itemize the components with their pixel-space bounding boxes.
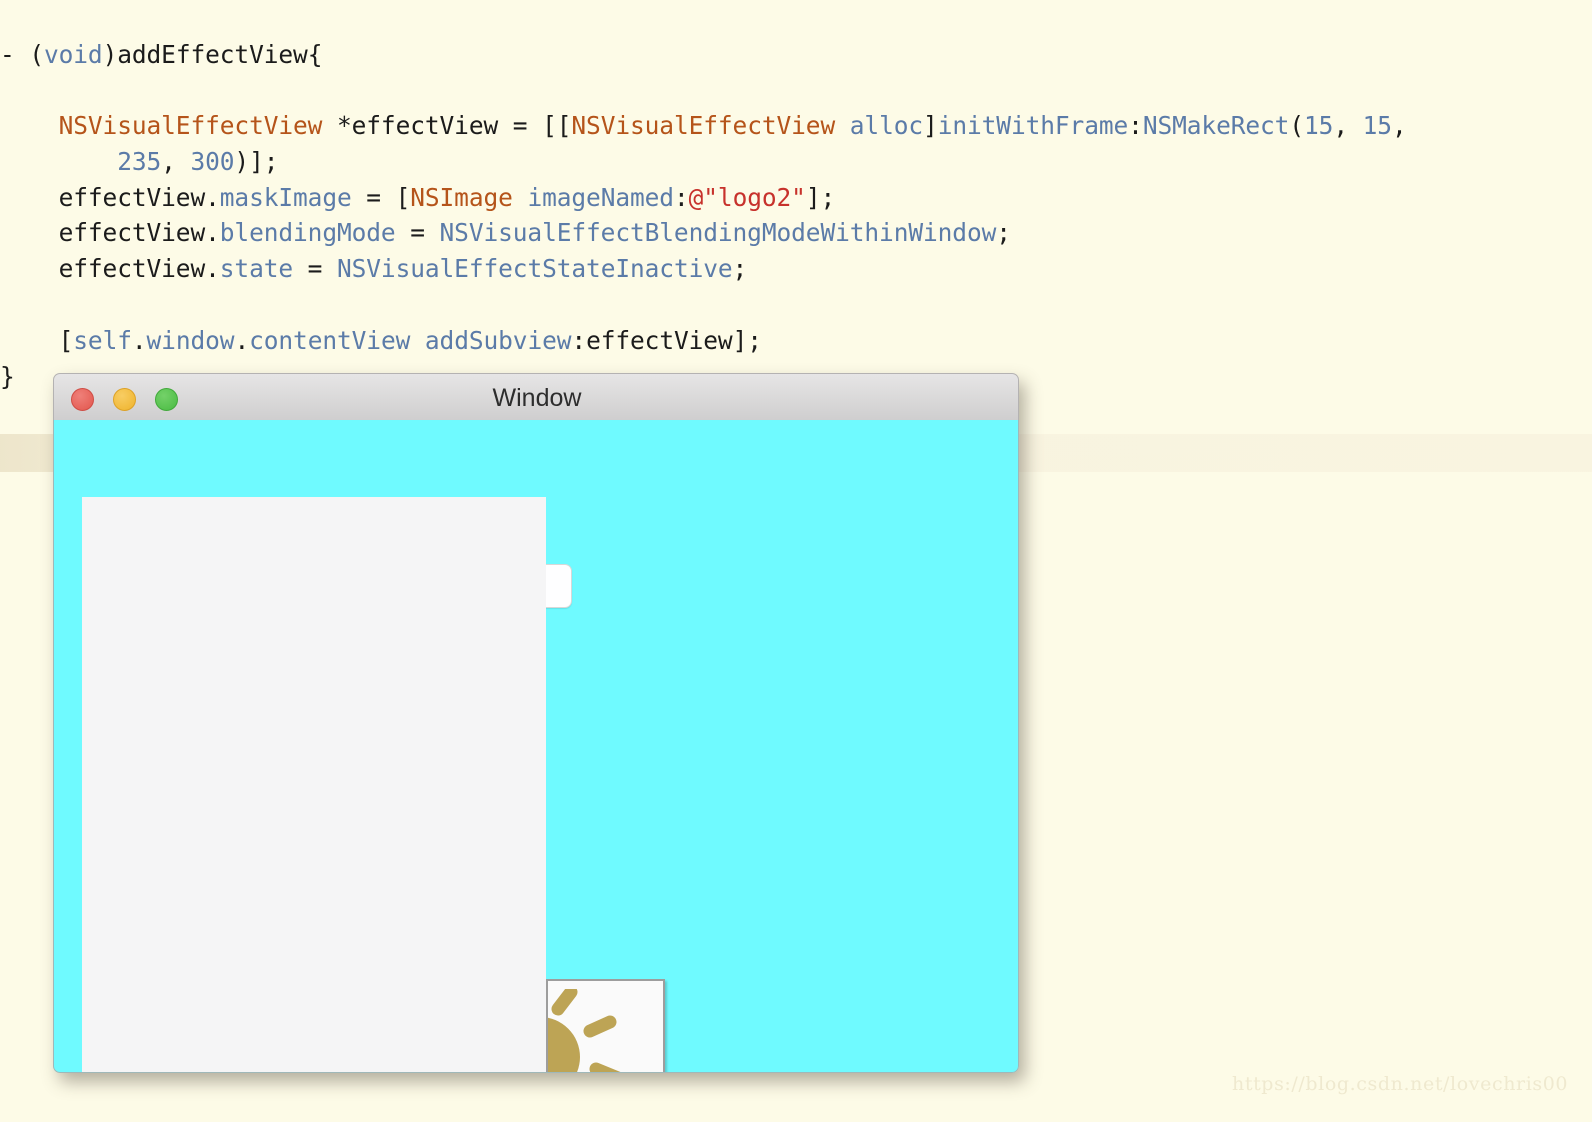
- visual-effect-view: [82, 497, 546, 1072]
- code-line: 235, 300)];: [0, 144, 1592, 180]
- code-token: =: [395, 218, 440, 248]
- code-token: 300: [190, 146, 235, 176]
- code-token: -: [0, 39, 30, 69]
- code-token: ): [102, 39, 118, 69]
- watermark-url: https://blog.csdn.net/lovechris00: [1232, 1073, 1569, 1095]
- code-token: ,: [161, 146, 191, 176]
- code-token: addSubview: [424, 325, 572, 355]
- source-code-block: - (void)addEffectView{ NSVisualEffectVie…: [0, 25, 1592, 395]
- window-titlebar[interactable]: Window: [53, 373, 1019, 421]
- code-token: ,: [1391, 111, 1407, 141]
- code-token: [: [395, 182, 411, 212]
- code-token: NSMakeRect: [1142, 111, 1290, 141]
- code-token: (: [1289, 111, 1304, 141]
- window-content-view: 向 阳 ton: [53, 420, 1019, 1073]
- code-token: NSVisualEffectView: [58, 111, 323, 141]
- code-token: )];: [234, 146, 279, 176]
- code-token: void: [43, 39, 103, 69]
- code-token: 15: [1362, 111, 1392, 141]
- code-token: effectView.: [0, 254, 220, 284]
- code-token: ,: [1333, 111, 1363, 141]
- code-token: ;: [732, 254, 748, 284]
- code-line: effectView.blendingMode = NSVisualEffect…: [0, 215, 1592, 251]
- code-token: window: [146, 325, 235, 355]
- code-token: =: [351, 182, 396, 212]
- code-token: 235: [117, 146, 162, 176]
- code-token: [: [58, 325, 74, 355]
- code-token: =: [293, 254, 337, 284]
- code-token: *effectView =: [322, 111, 543, 141]
- code-token: :: [1128, 111, 1143, 141]
- code-line: effectView.state = NSVisualEffectStateIn…: [0, 251, 1592, 287]
- code-token: effectView.: [0, 182, 220, 212]
- macos-window[interactable]: Window 向 阳 ton: [53, 373, 1019, 1073]
- code-token: effectView.: [0, 218, 220, 248]
- code-token: .: [131, 325, 147, 355]
- code-token: NSVisualEffectView: [571, 111, 836, 141]
- code-token: (: [29, 39, 44, 69]
- code-line: - (void)addEffectView{: [0, 37, 1592, 73]
- code-token: :: [571, 325, 587, 355]
- code-token: }: [0, 361, 15, 391]
- code-token: initWithFrame: [937, 111, 1129, 141]
- code-token: :: [673, 182, 689, 212]
- code-token: alloc: [849, 111, 924, 141]
- code-token: @"logo2": [688, 182, 806, 212]
- code-line: effectView.maskImage = [NSImage imageNam…: [0, 180, 1592, 216]
- code-line: [self.window.contentView addSubview:effe…: [0, 323, 1592, 359]
- code-token: ];: [805, 182, 836, 212]
- code-token: self: [73, 325, 132, 355]
- code-line: NSVisualEffectView *effectView = [[NSVis…: [0, 108, 1592, 144]
- code-token: imageNamed: [527, 182, 674, 212]
- code-token: contentView: [249, 325, 411, 355]
- code-token: NSVisualEffectBlendingModeWithinWindow: [439, 218, 997, 248]
- window-title: Window: [492, 384, 582, 412]
- code-token: ];: [732, 325, 762, 355]
- sun-logo-icon: [548, 989, 621, 1072]
- code-token: addEffectView{: [117, 39, 323, 69]
- code-token: [[: [542, 111, 572, 141]
- code-token: .: [234, 325, 250, 355]
- code-token: NSImage: [410, 182, 513, 212]
- code-token: effectView: [586, 325, 733, 355]
- logo-image-view: 向 阳: [546, 979, 665, 1072]
- code-token: ;: [996, 218, 1011, 248]
- code-token: NSVisualEffectStateInactive: [336, 254, 733, 284]
- code-token: ]: [923, 111, 938, 141]
- code-token: maskImage: [219, 182, 352, 212]
- code-token: blendingMode: [219, 218, 396, 248]
- code-token: 15: [1304, 111, 1334, 141]
- code-token: state: [219, 254, 294, 284]
